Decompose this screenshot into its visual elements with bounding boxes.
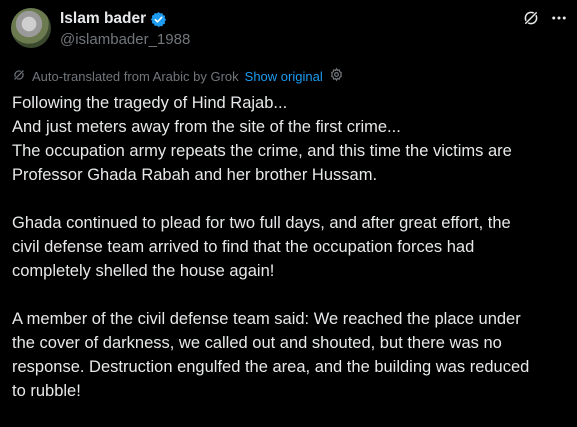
grok-translate-icon xyxy=(12,68,26,85)
grok-icon[interactable] xyxy=(521,8,541,28)
post-actions xyxy=(521,8,569,28)
post-line: completely shelled the house again! xyxy=(12,262,275,280)
author-handle[interactable]: @islambader_1988 xyxy=(60,31,190,48)
post-line: civil defense team arrived to find that … xyxy=(12,238,475,256)
avatar[interactable] xyxy=(11,8,51,48)
show-original-link[interactable]: Show original xyxy=(245,69,323,84)
post-paragraph: Ghada continued to plead for two full da… xyxy=(12,211,567,283)
post-line: Following the tragedy of Hind Rajab... xyxy=(12,94,288,112)
more-options-icon[interactable] xyxy=(549,8,569,28)
post-paragraph: Following the tragedy of Hind Rajab... A… xyxy=(12,91,567,187)
post-paragraph: A member of the civil defense team said:… xyxy=(12,307,567,403)
post-line: And just meters away from the site of th… xyxy=(12,118,401,136)
post-line: A member of the civil defense team said:… xyxy=(12,310,521,328)
post-line: the cover of darkness, we called out and… xyxy=(12,334,502,352)
post-line: The occupation army repeats the crime, a… xyxy=(12,142,512,160)
post-line: Professor Ghada Rabah and her brother Hu… xyxy=(12,166,378,184)
post-text: Following the tragedy of Hind Rajab... A… xyxy=(12,91,567,427)
verified-badge-icon[interactable] xyxy=(150,11,167,28)
settings-gear-icon[interactable] xyxy=(329,67,344,85)
post-line: response. Destruction engulfed the area,… xyxy=(12,358,530,376)
post-line: to rubble! xyxy=(12,382,81,400)
translation-label: Auto-translated from Arabic by Grok xyxy=(32,68,239,84)
translation-notice: Auto-translated from Arabic by Grok Show… xyxy=(12,67,344,85)
post-line: Ghada continued to plead for two full da… xyxy=(12,214,511,232)
author-name-row: Islam bader xyxy=(60,10,167,28)
author-display-name[interactable]: Islam bader xyxy=(60,10,146,28)
